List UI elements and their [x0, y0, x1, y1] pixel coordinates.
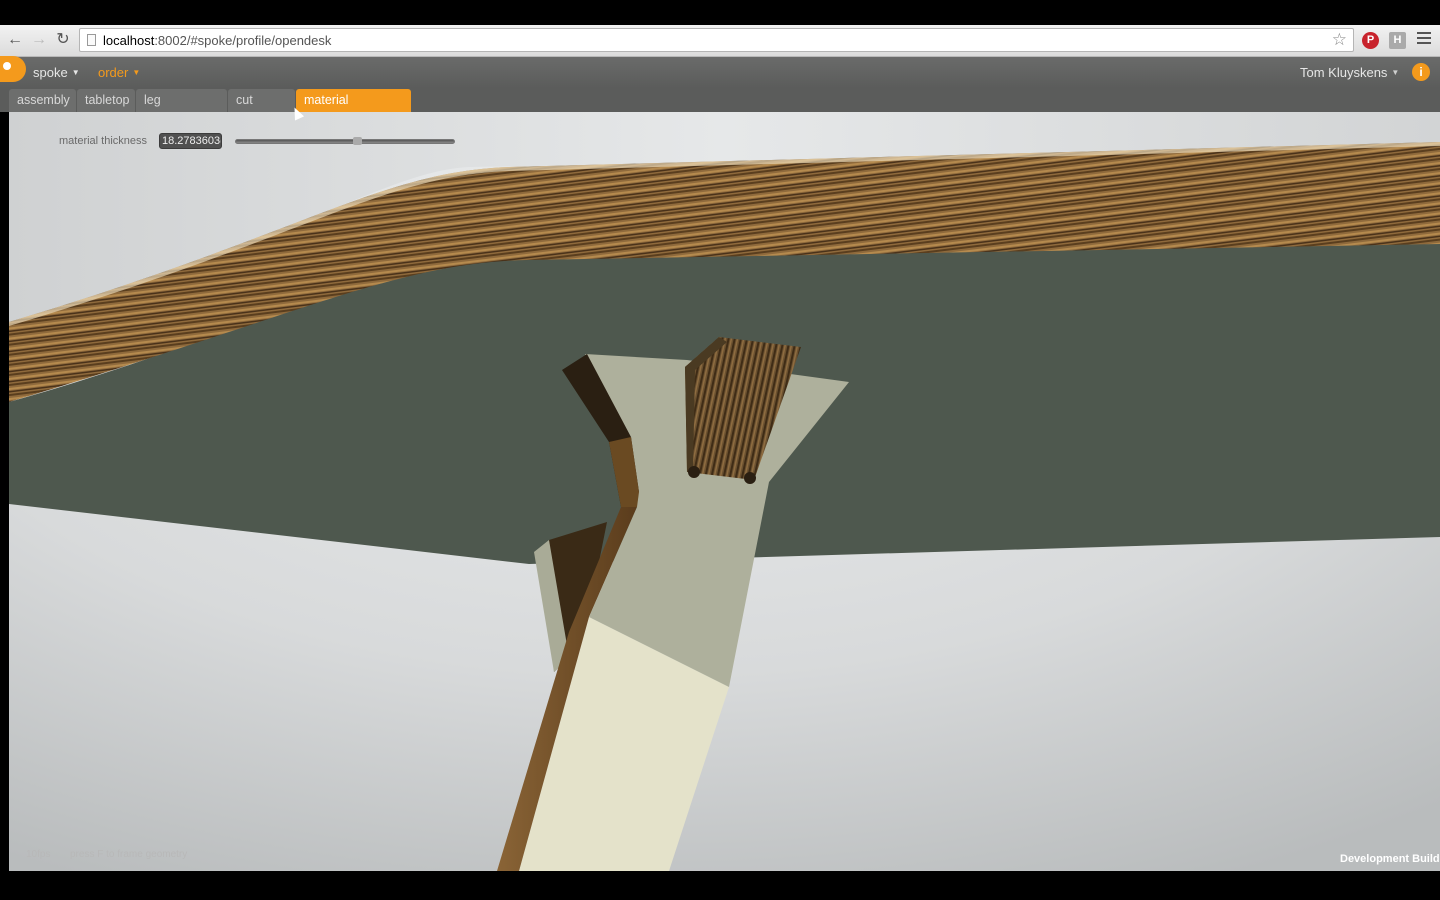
tab-tabletop[interactable]: tabletop: [77, 89, 135, 112]
material-thickness-slider[interactable]: [235, 137, 455, 145]
order-menu[interactable]: order ▼: [98, 65, 140, 80]
forward-arrow-icon[interactable]: →: [29, 30, 49, 50]
app-header: spoke ▼ order ▼ Tom Kluyskens ▼ i: [0, 56, 1440, 88]
tab-material-thickness[interactable]: material thickness: [296, 89, 411, 130]
hamburger-menu-icon[interactable]: [1417, 32, 1431, 46]
chevron-down-icon: ▼: [1391, 68, 1400, 77]
tab-bar: assembly tabletop leg placement cut layo…: [0, 88, 1440, 130]
letterbox-bottom: [0, 871, 1440, 900]
order-menu-label: order: [98, 65, 129, 80]
spoke-menu-label: spoke: [33, 65, 68, 80]
material-thickness-input[interactable]: 18.2783603(: [159, 133, 222, 149]
h-extension-icon[interactable]: H: [1389, 32, 1406, 49]
url-host: localhost: [103, 33, 155, 48]
url-text[interactable]: localhost:8002/#spoke/profile/opendesk: [103, 33, 331, 48]
frame-geometry-hint: press F to frame geometry: [70, 849, 188, 860]
material-thickness-label: material thickness: [59, 135, 148, 147]
spoke-menu[interactable]: spoke ▼: [33, 65, 80, 80]
slider-thumb[interactable]: [353, 137, 363, 145]
reload-icon[interactable]: ↻: [53, 30, 73, 50]
fps-counter: 10fps: [26, 849, 51, 860]
letterbox-top: [0, 0, 1440, 25]
3d-viewport[interactable]: [9, 112, 1440, 871]
tab-assembly[interactable]: assembly: [9, 89, 76, 112]
user-menu[interactable]: Tom Kluyskens ▼: [1300, 65, 1399, 80]
user-name: Tom Kluyskens: [1300, 65, 1388, 80]
star-icon[interactable]: ☆: [1332, 30, 1347, 50]
page-icon: [87, 34, 96, 46]
tab-cut-layout[interactable]: cut layout: [228, 89, 295, 130]
browser-toolbar: ← → ↻ localhost:8002/#spoke/profile/open…: [0, 25, 1440, 57]
address-bar[interactable]: localhost:8002/#spoke/profile/opendesk ☆: [79, 28, 1354, 52]
pinterest-extension-icon[interactable]: P: [1362, 32, 1379, 49]
tab-leg-placement[interactable]: leg placement: [136, 89, 227, 130]
chevron-down-icon: ▼: [71, 68, 80, 77]
scene-render: [9, 112, 1440, 871]
url-path: :8002/#spoke/profile/opendesk: [154, 33, 332, 48]
chevron-down-icon: ▼: [132, 68, 141, 77]
back-arrow-icon[interactable]: ←: [5, 30, 25, 50]
info-icon[interactable]: i: [1412, 63, 1430, 81]
app-logo-icon[interactable]: [0, 56, 26, 82]
development-build-label: Development Build: [1340, 853, 1440, 865]
